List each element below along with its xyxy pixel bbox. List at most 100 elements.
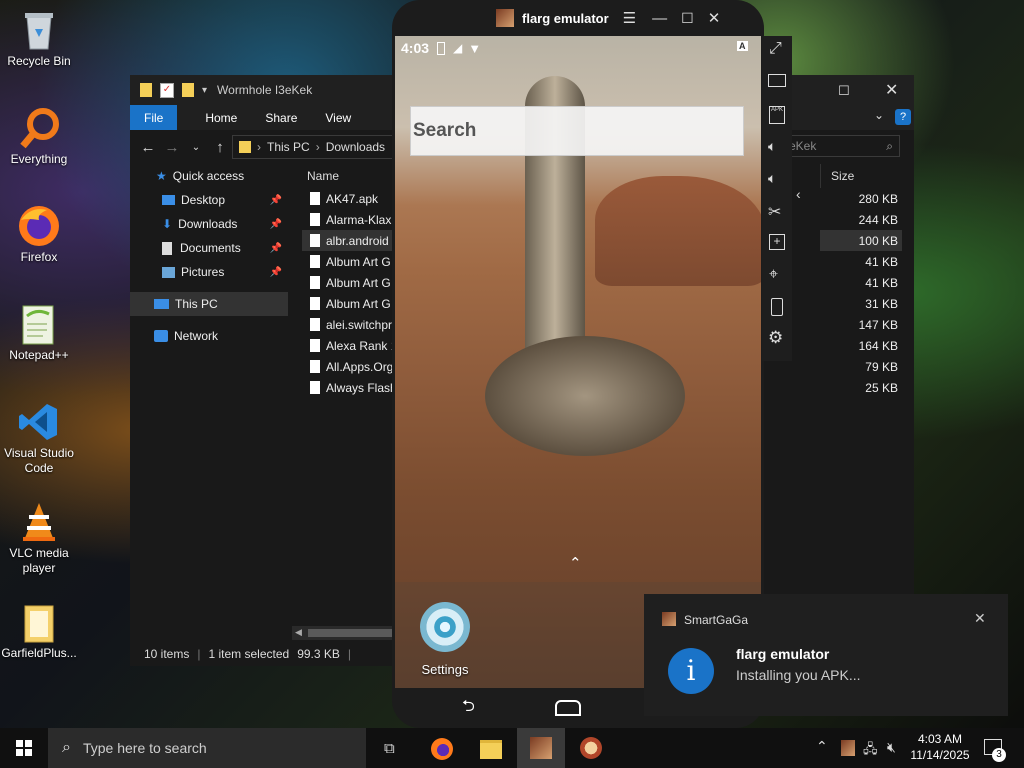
gear-icon[interactable]: ⚙ (768, 328, 783, 348)
back-nav-icon[interactable]: ⮌ (462, 695, 475, 722)
desktop-icon-vscode[interactable]: Visual Studio Code (0, 400, 78, 476)
close-button[interactable]: ✕ (708, 9, 721, 27)
android-screen[interactable]: 4:03 ◢ ▼ A Search ⌃ Settings (395, 36, 761, 688)
tab-home[interactable]: Home (177, 105, 251, 130)
apk-install-icon[interactable]: APK (769, 106, 785, 124)
nav-documents[interactable]: Documents 📌 (130, 236, 288, 260)
status-bar: 4:03 ◢ ▼ A (395, 36, 761, 60)
firefox-icon[interactable] (431, 738, 453, 760)
nav-desktop[interactable]: Desktop 📌 (130, 188, 288, 212)
file-size: 147 KB (858, 317, 898, 332)
clock[interactable]: 4:03 AM 11/14/2025 (908, 731, 972, 763)
nav-this-pc[interactable]: This PC (130, 292, 288, 316)
pin-icon: 📌 (269, 242, 282, 254)
chevron-up-icon[interactable]: ⌃ (816, 738, 828, 755)
download-icon: ⬇ (162, 217, 173, 231)
breadcrumb-separator: › (315, 140, 320, 154)
nav-pictures[interactable]: Pictures 📌 (130, 260, 288, 284)
chevron-up-icon[interactable]: ⌃ (569, 554, 582, 572)
task-view-icon[interactable]: ⧉ (384, 740, 395, 757)
nav-label: Downloads (178, 217, 238, 231)
windows-start-icon[interactable] (16, 740, 32, 756)
file-icon (310, 234, 320, 247)
toast-app-name: SmartGaGa (684, 613, 749, 627)
keyboard-icon[interactable] (768, 74, 786, 87)
volume-down-icon[interactable]: 🔈︎ (768, 170, 776, 187)
desktop-icon-garfield[interactable]: GarfieldPlus... (0, 600, 78, 661)
column-header-name[interactable]: Name (302, 164, 397, 188)
close-button[interactable]: ✕ (885, 80, 898, 100)
tab-share[interactable]: Share (251, 105, 311, 130)
list-item[interactable]: albr.android (302, 230, 397, 251)
volume-up-icon[interactable]: 🔈︎ (768, 138, 776, 155)
game-app-icon[interactable] (580, 737, 602, 759)
help-icon[interactable]: ? (895, 109, 911, 125)
collapse-toolbar-icon[interactable]: ‹ (796, 186, 801, 202)
taskbar-search[interactable]: ⌕ Type here to search (48, 728, 366, 768)
nav-downloads[interactable]: ⬇ Downloads 📌 (130, 212, 288, 236)
maximize-button[interactable]: ☐ (838, 83, 850, 99)
chevron-down-icon[interactable]: ⌄ (874, 108, 884, 122)
location-icon[interactable]: ⌖ (769, 266, 778, 284)
file-explorer-icon[interactable] (480, 740, 502, 759)
volume-muted-icon[interactable]: 🔇︎ (887, 739, 896, 756)
firefox-icon (17, 204, 61, 248)
chevron-down-icon[interactable]: ▾ (202, 85, 207, 96)
list-item[interactable]: Album Art G (302, 293, 397, 314)
desktop-icon-recycle-bin[interactable]: Recycle Bin (0, 8, 78, 69)
nav-network[interactable]: Network (130, 324, 288, 348)
list-item[interactable]: Alexa Rank 1 (302, 335, 397, 356)
list-item[interactable]: AK47.apk (302, 188, 397, 209)
desktop-icon-firefox[interactable]: Firefox (0, 204, 78, 265)
list-item[interactable]: All.Apps.Org (302, 356, 397, 377)
breadcrumb-this-pc[interactable]: This PC (267, 140, 310, 154)
list-item[interactable]: Always Flash (302, 377, 397, 398)
list-item[interactable]: Alarma-Klax (302, 209, 397, 230)
tab-file[interactable]: File (130, 105, 178, 130)
scroll-left-icon[interactable]: ◀ (295, 627, 302, 638)
signal-icon: ◢ (453, 41, 463, 55)
desktop-icon-notepad[interactable]: Notepad++ (0, 302, 78, 363)
address-bar[interactable]: › This PC › Downloads (232, 135, 396, 159)
file-name: albr.android (326, 233, 389, 248)
maximize-button[interactable]: ☐ (681, 10, 694, 27)
fullscreen-icon[interactable]: ⤢ (769, 40, 782, 58)
back-button[interactable]: ← (136, 139, 160, 156)
nav-label: Documents (180, 241, 241, 255)
list-item[interactable]: Album Art G (302, 251, 397, 272)
nav-label: Pictures (181, 265, 225, 279)
shake-icon[interactable] (771, 298, 783, 316)
add-window-icon[interactable]: + (769, 234, 785, 250)
home-nav-icon[interactable] (554, 700, 581, 716)
scrollbar-thumb[interactable] (308, 629, 392, 637)
column-header-size[interactable]: Size (820, 164, 902, 188)
network-icon[interactable]: 🖧 (863, 740, 878, 762)
checkbox-icon[interactable]: ✓ (160, 82, 174, 98)
up-button[interactable]: ↑ (208, 139, 232, 156)
minimize-button[interactable]: — (652, 10, 667, 27)
breadcrumb-downloads[interactable]: Downloads (326, 140, 385, 154)
desktop-icon-everything[interactable]: Everything (0, 106, 78, 167)
notification-toast[interactable]: SmartGaGa ✕ i flarg emulator Installing … (644, 594, 1008, 716)
close-icon[interactable]: ✕ (974, 610, 986, 627)
menu-icon[interactable]: ☰ (623, 9, 636, 27)
network-icon (154, 330, 168, 342)
list-item[interactable]: alei.switchpr (302, 314, 397, 335)
file-icon (310, 255, 320, 268)
scissors-icon[interactable]: ✂ (768, 202, 781, 222)
tab-view[interactable]: View (311, 105, 365, 130)
tray-emulator-icon[interactable] (841, 740, 855, 756)
nav-quick-access[interactable]: ★ Quick access (130, 164, 288, 188)
horizontal-scrollbar[interactable]: ◀ (292, 626, 392, 640)
input-method-indicator: A (737, 41, 748, 51)
recent-locations-button[interactable]: ⌄ (184, 142, 208, 153)
emulator-taskbar-icon[interactable] (517, 728, 565, 768)
vlc-icon (17, 500, 61, 544)
forward-button[interactable]: → (160, 139, 184, 156)
list-item[interactable]: Album Art G (302, 272, 397, 293)
folder-icon[interactable] (182, 83, 194, 97)
settings-app[interactable]: Settings (415, 602, 475, 677)
search-bar[interactable]: Search (410, 106, 744, 156)
file-icon (310, 360, 320, 373)
desktop-icon-vlc[interactable]: VLC media player (0, 500, 78, 576)
